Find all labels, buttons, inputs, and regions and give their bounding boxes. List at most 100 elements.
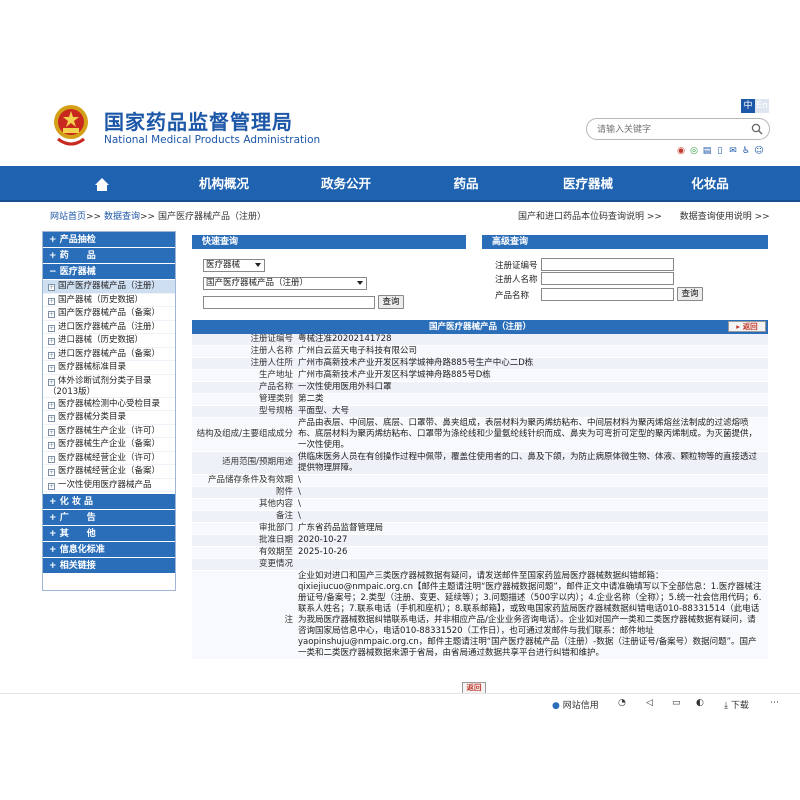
home-icon[interactable] [88,166,116,202]
checkbox-icon: + [48,284,55,291]
accessibility-icon[interactable]: ♿ [741,146,751,156]
checkbox-icon: + [48,311,55,318]
field-label: 备注 [275,511,293,521]
sidebar-section-devices[interactable]: − 医疗器械 [43,264,175,280]
field-label: 型号规格 [258,406,293,416]
search-icon[interactable] [751,123,763,135]
database-select-value: 国产医疗器械产品（注册） [206,278,309,288]
sidebar-section-cosmetics[interactable]: + 化 妆 品 [43,494,175,510]
field-label: 管理类别 [258,394,293,404]
speaker-icon[interactable]: ◁ [646,698,653,708]
table-row: 产品储存条件及有效期 \ [192,475,768,487]
breadcrumb: 网站首页>> 数据查询>> 国产医疗器械产品（注册） [50,209,266,222]
lang-zh-button[interactable]: 中 [741,99,755,113]
nav-item-devices[interactable]: 医疗器械 [542,166,634,202]
color-icon[interactable]: ◐ [696,698,704,708]
checkbox-icon: + [48,378,55,386]
registrant-input[interactable] [541,272,674,285]
sidebar-item-domestic-filing[interactable]: + 国产医疗器械产品（备案） [43,307,175,321]
checkbox-icon: + [48,442,55,449]
field-value: 供临床医务人员在有创操作过程中佩带，覆盖住使用者的口、鼻及下颌，为防止病原体微生… [298,452,758,473]
user-icon[interactable]: ☺ [754,146,764,156]
more-icon[interactable]: ⋯ [770,698,779,708]
sidebar-section-label: 信息化标准 [59,545,105,555]
sidebar-section-label: 医疗器械 [59,267,96,277]
category-select[interactable]: 医疗器械 [203,259,265,272]
site-credit-status[interactable]: ● 网站信用 [552,698,599,711]
sidebar-item-disposable[interactable]: + 一次性使用医疗器械产品 [43,478,175,492]
field-label: 审批部门 [258,523,293,533]
sidebar-item-label: 医疗器械生产企业（备案） [58,439,161,449]
help-link-usage[interactable]: 数据查询使用说明 >> [680,212,770,222]
quick-search-header: 快速查询 [192,235,466,249]
nav-item-about[interactable]: 机构概况 [178,166,270,202]
shield-check-icon[interactable]: ◔ [618,698,626,708]
field-label: 注册人住所 [250,358,293,368]
sidebar-item-standards[interactable]: + 医疗器械标准目录 [43,361,175,375]
sidebar-section-label: 广 告 [59,513,96,523]
display-icon[interactable]: ▭ [672,698,681,708]
sidebar-item-trader-filing[interactable]: + 医疗器械经营企业（备案） [43,465,175,479]
field-value: 广州白云蓝天电子科技有限公司 [298,346,418,356]
sidebar-section-drugs[interactable]: + 药 品 [43,248,175,264]
detail-title: 国产医疗器械产品（注册） [192,320,768,334]
breadcrumb-home[interactable]: 网站首页 [50,212,86,222]
nav-item-public[interactable]: 政务公开 [300,166,392,202]
sidebar-item-ivd-catalog[interactable]: + 体外诊断试剂分类子目录（2013版） [43,374,175,398]
wechat-icon[interactable]: ◎ [689,146,699,156]
reg-no-input[interactable] [541,258,674,271]
sidebar-item-test-center[interactable]: + 医疗器械检测中心受检目录 [43,397,175,411]
sidebar-item-label: 国产器械（历史数据） [58,294,144,305]
sidebar-section-it-standards[interactable]: + 信息化标准 [43,542,175,558]
field-label: 结构及组成/主要组成成分 [196,429,293,439]
sidebar-item-label: 进口医疗器械产品（注册） [58,321,161,332]
weibo-icon[interactable]: ◉ [676,146,686,156]
sidebar-item-import-history[interactable]: + 进口器械（历史数据） [43,334,175,348]
mobile-icon[interactable]: ▯ [715,146,725,156]
help-link-code[interactable]: 国产和进口药品本位码查询说明 >> [518,212,662,222]
advanced-search-button[interactable]: 查询 [677,287,703,301]
sidebar-item-import-reg[interactable]: + 进口医疗器械产品（注册） [43,320,175,334]
sidebar-section-other[interactable]: + 其 他 [43,526,175,542]
field-label: 生产地址 [258,370,293,380]
sidebar-item-trader-license[interactable]: + 医疗器械经营企业（许可） [43,451,175,465]
database-select[interactable]: 国产医疗器械产品（注册） [203,277,367,290]
sidebar-item-producer-filing[interactable]: + 医疗器械生产企业（备案） [43,438,175,452]
checkbox-icon: + [48,338,55,345]
sidebar-item-domestic-reg[interactable]: + 国产医疗器械产品（注册） [43,280,175,294]
sidebar-section-links[interactable]: + 相关链接 [43,558,175,574]
mail-icon[interactable]: ✉ [728,146,738,156]
product-name-input[interactable] [541,288,674,301]
field-label: 变更情况 [258,559,293,569]
breadcrumb-data[interactable]: 数据查询 [104,212,140,222]
chevron-down-icon [255,263,261,267]
sidebar-section-inspection[interactable]: + 产品抽检 [43,232,175,248]
field-label: 产品储存条件及有效期 [207,475,293,485]
sidebar-item-producer-license[interactable]: + 医疗器械生产企业（许可） [43,424,175,438]
back-button-top[interactable]: ▸ 返回 [728,321,766,332]
sidebar-section-label: 化 妆 品 [59,497,93,507]
search-input[interactable] [597,122,747,137]
site-title: 国家药品监督管理局 [104,110,293,134]
sidebar-item-label: 国产医疗器械产品（备案） [58,308,161,318]
lang-en-button[interactable]: En [755,99,769,113]
language-switch: 中 En [741,99,769,113]
nav-item-cosmetics[interactable]: 化妆品 [664,166,756,202]
quick-search-input[interactable] [203,296,375,309]
sidebar-item-label: 医疗器械标准目录 [58,362,127,372]
quick-search-button[interactable]: 查询 [378,295,404,309]
download-status[interactable]: ⤓ 下载 [724,698,749,711]
field-label: 注册人名称 [250,346,293,356]
sidebar-item-classification[interactable]: + 医疗器械分类目录 [43,411,175,425]
checkbox-icon: + [48,324,55,332]
national-emblem-icon [54,105,88,146]
social-links: ◉ ◎ ▤ ▯ ✉ ♿ ☺ [676,146,764,156]
field-value: 产品由表层、中间层、底层、口罩带、鼻夹组成，表层材料为聚丙烯纺粘布、中间层材料为… [298,418,758,450]
nav-item-drugs[interactable]: 药品 [420,166,512,202]
table-row: 审批部门 广东省药品监督管理局 [192,523,768,535]
sidebar-item-label: 医疗器械经营企业（许可） [58,452,161,463]
sidebar-item-domestic-history[interactable]: + 国产器械（历史数据） [43,293,175,307]
sidebar-section-ads[interactable]: + 广 告 [43,510,175,526]
app-icon[interactable]: ▤ [702,146,712,156]
sidebar-item-import-filing[interactable]: + 进口医疗器械产品（备案） [43,347,175,361]
